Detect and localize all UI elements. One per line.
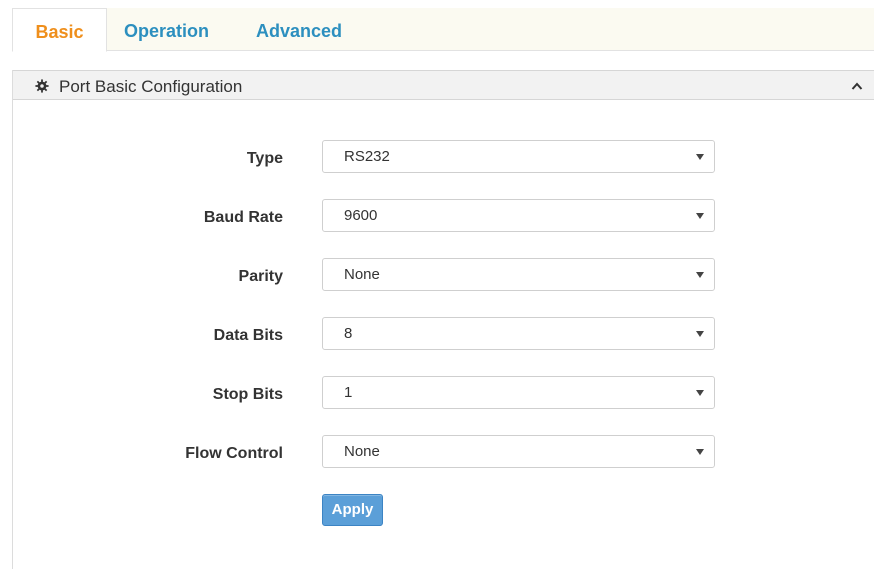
port-basic-configuration-panel: Port Basic Configuration Type RS232 Baud… <box>12 70 874 569</box>
stop-bits-select[interactable]: 1 <box>322 376 715 409</box>
stop-bits-select-value: 1 <box>344 384 353 401</box>
panel-header: Port Basic Configuration <box>13 70 874 100</box>
apply-button[interactable]: Apply <box>322 494 383 526</box>
flow-control-select-value: None <box>344 443 380 460</box>
parity-label: Parity <box>238 268 283 285</box>
caret-down-icon <box>696 390 704 396</box>
type-label: Type <box>246 150 283 167</box>
type-select-value: RS232 <box>344 148 390 165</box>
chevron-up-icon[interactable] <box>851 81 863 91</box>
type-select[interactable]: RS232 <box>322 140 715 173</box>
baud-rate-select-value: 9600 <box>344 207 378 224</box>
baud-rate-label: Baud Rate <box>203 209 283 226</box>
panel-title: Port Basic Configuration <box>59 77 243 96</box>
gear-icon <box>35 79 49 93</box>
tab-bar: Basic Operation Advanced <box>12 8 874 52</box>
caret-down-icon <box>696 449 704 455</box>
data-bits-label: Data Bits <box>213 327 283 344</box>
caret-down-icon <box>696 272 704 278</box>
flow-control-select[interactable]: None <box>322 435 715 468</box>
tab-operation[interactable]: Operation <box>124 8 209 50</box>
data-bits-select[interactable]: 8 <box>322 317 715 350</box>
tab-basic[interactable]: Basic <box>12 8 107 52</box>
tab-advanced[interactable]: Advanced <box>256 8 342 50</box>
caret-down-icon <box>696 331 704 337</box>
caret-down-icon <box>696 213 704 219</box>
parity-select-value: None <box>344 266 380 283</box>
flow-control-label: Flow Control <box>185 445 283 462</box>
caret-down-icon <box>696 154 704 160</box>
data-bits-select-value: 8 <box>344 325 353 342</box>
baud-rate-select[interactable]: 9600 <box>322 199 715 232</box>
stop-bits-label: Stop Bits <box>212 386 283 403</box>
parity-select[interactable]: None <box>322 258 715 291</box>
